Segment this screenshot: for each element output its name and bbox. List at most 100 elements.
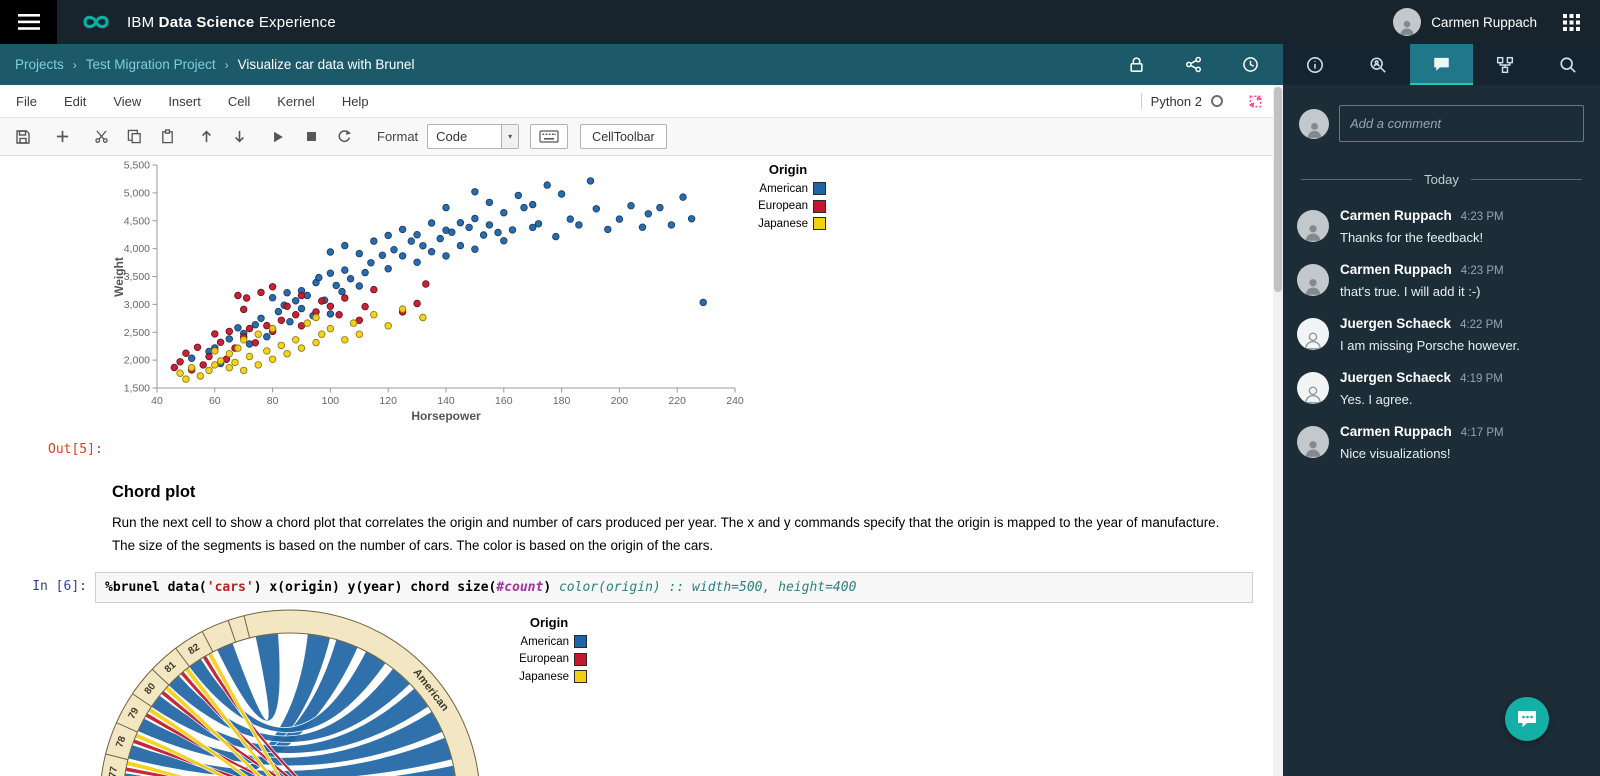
comment-item[interactable]: Carmen Ruppach 4:17 PM Nice visualizatio…: [1283, 409, 1600, 463]
stop-icon: [306, 132, 316, 141]
svg-text:80: 80: [267, 395, 279, 407]
legend-swatch: [574, 635, 587, 649]
history-clock-icon[interactable]: [1242, 56, 1259, 73]
menu-cell[interactable]: Cell: [228, 94, 250, 109]
svg-text:1,500: 1,500: [124, 383, 150, 395]
svg-text:5,000: 5,000: [124, 187, 150, 199]
legend-title: Origin: [529, 615, 569, 631]
comment-item[interactable]: Carmen Ruppach 4:23 PM Thanks for the fe…: [1283, 193, 1600, 247]
cut-cell-button[interactable]: [91, 127, 111, 147]
code-input[interactable]: %brunel data('cars') x(origin) y(year) c…: [95, 572, 1253, 604]
chat-fab-button[interactable]: [1505, 697, 1549, 741]
share-icon[interactable]: [1185, 56, 1202, 73]
kernel-name: Python 2: [1150, 93, 1202, 109]
svg-text:100: 100: [322, 395, 340, 407]
apps-grid-icon[interactable]: [1563, 13, 1580, 31]
comment-avatar: [1297, 372, 1329, 404]
comment-time: 4:23 PM: [1460, 265, 1504, 277]
menu-insert[interactable]: Insert: [168, 94, 201, 109]
breadcrumb-projects[interactable]: Projects: [15, 57, 64, 72]
tab-versions[interactable]: [1473, 44, 1536, 85]
tab-info[interactable]: [1283, 44, 1346, 85]
copy-cell-button[interactable]: [124, 127, 144, 147]
user-avatar[interactable]: [1393, 8, 1422, 36]
comment-avatar: [1297, 264, 1329, 296]
scatter-output-cell: 1,500 2,000 2,500 3,000 3,500 4,000 4,500 5,000…: [110, 160, 890, 428]
run-cell-button[interactable]: [268, 127, 288, 147]
menu-list: File Edit View Insert Cell Kernel Help: [16, 94, 369, 109]
stop-kernel-button[interactable]: [301, 127, 321, 147]
comment-avatar: [1297, 210, 1329, 242]
save-button[interactable]: [13, 127, 33, 147]
legend-entry: Japanese: [511, 670, 587, 684]
paste-icon: [161, 129, 173, 144]
find-person-icon: [1370, 56, 1386, 73]
code-token: ) x(origin) y(year) chord size(: [253, 580, 497, 596]
chord-plot: 777879808182American: [101, 609, 479, 776]
comment-text: I am missing Porsche however.: [1340, 338, 1520, 353]
scatter-legend: Origin American European Japanese: [750, 162, 826, 235]
legend-swatch: [813, 217, 826, 230]
notebook-scrollbar: [1273, 85, 1283, 776]
restart-kernel-button[interactable]: [334, 127, 354, 147]
lock-icon[interactable]: [1128, 56, 1145, 73]
svg-text:200: 200: [611, 395, 629, 407]
copy-icon: [127, 129, 141, 144]
legend-entry: American: [750, 182, 826, 195]
code-token: 'cars': [206, 580, 254, 596]
markdown-cell: Chord plot Run the next cell to show a c…: [112, 483, 1273, 557]
comments-sidebar: Today Carmen Ruppach 4:23 PM Thanks for …: [1283, 85, 1600, 776]
menu-edit[interactable]: Edit: [64, 94, 86, 109]
user-name[interactable]: Carmen Ruppach: [1431, 15, 1537, 30]
chord-output-cell: 77 78 79 80 81 82 American Origin American Europ…: [95, 607, 1273, 776]
breadcrumb-separator: ›: [72, 57, 77, 72]
scrollbar-thumb[interactable]: [1274, 87, 1282, 292]
add-cell-button[interactable]: [52, 127, 72, 147]
cell-type-select[interactable]: Code ▾: [427, 124, 520, 149]
code-token: %brunel data(: [105, 580, 207, 596]
legend-entry: Japanese: [750, 217, 826, 230]
svg-text:3,000: 3,000: [124, 299, 150, 311]
versions-icon: [1496, 56, 1513, 73]
comment-item[interactable]: Carmen Ruppach 4:23 PM that's true. I wi…: [1283, 247, 1600, 301]
tab-find-collaborators[interactable]: [1346, 44, 1409, 85]
dsx-logo[interactable]: [75, 11, 117, 33]
comments-icon: [1434, 57, 1449, 71]
svg-text:220: 220: [668, 395, 686, 407]
markdown-heading: Chord plot: [112, 483, 196, 501]
code-token: #count: [496, 580, 544, 596]
command-palette-button[interactable]: [530, 124, 569, 149]
tab-comments[interactable]: [1409, 44, 1474, 85]
infinity-logo-icon: [83, 15, 109, 29]
svg-text:5,500: 5,500: [124, 160, 150, 172]
svg-text:60: 60: [209, 395, 221, 407]
move-cell-down-button[interactable]: [229, 127, 249, 147]
comment-item[interactable]: Juergen Schaeck 4:22 PM I am missing Por…: [1283, 301, 1600, 355]
celltoolbar-button[interactable]: CellToolbar: [580, 124, 667, 149]
tab-search[interactable]: [1537, 44, 1600, 85]
arrow-down-icon: [234, 130, 244, 143]
kernel-busy-indicator-icon[interactable]: [1248, 94, 1263, 109]
breadcrumb-bar: Projects › Test Migration Project › Visu…: [0, 44, 1283, 85]
hamburger-menu-button[interactable]: [0, 0, 57, 44]
menu-help[interactable]: Help: [342, 94, 369, 109]
menu-file[interactable]: File: [16, 94, 37, 109]
comment-avatar: [1297, 426, 1329, 458]
refresh-icon: [338, 130, 351, 142]
move-cell-up-button[interactable]: [196, 127, 216, 147]
add-comment-input[interactable]: [1339, 105, 1584, 142]
legend-entry: European: [511, 652, 587, 666]
notebook-toolbar: Format Code ▾ CellToolbar: [0, 118, 1273, 156]
breadcrumb-project[interactable]: Test Migration Project: [86, 57, 216, 72]
legend-entry: European: [750, 199, 826, 213]
code-cell[interactable]: In [6]: %brunel data('cars') x(origin) y…: [0, 572, 1273, 604]
comment-item[interactable]: Juergen Schaeck 4:19 PM Yes. I agree.: [1283, 355, 1600, 409]
svg-text:2,500: 2,500: [124, 327, 150, 339]
svg-text:240: 240: [726, 395, 744, 407]
app-header: IBM Data Science Experience Carmen Ruppa…: [0, 0, 1600, 44]
menu-kernel[interactable]: Kernel: [277, 94, 315, 109]
comment-time: 4:22 PM: [1460, 319, 1503, 331]
menubar-divider: [1140, 93, 1142, 109]
menu-view[interactable]: View: [113, 94, 141, 109]
paste-cell-button[interactable]: [157, 127, 177, 147]
